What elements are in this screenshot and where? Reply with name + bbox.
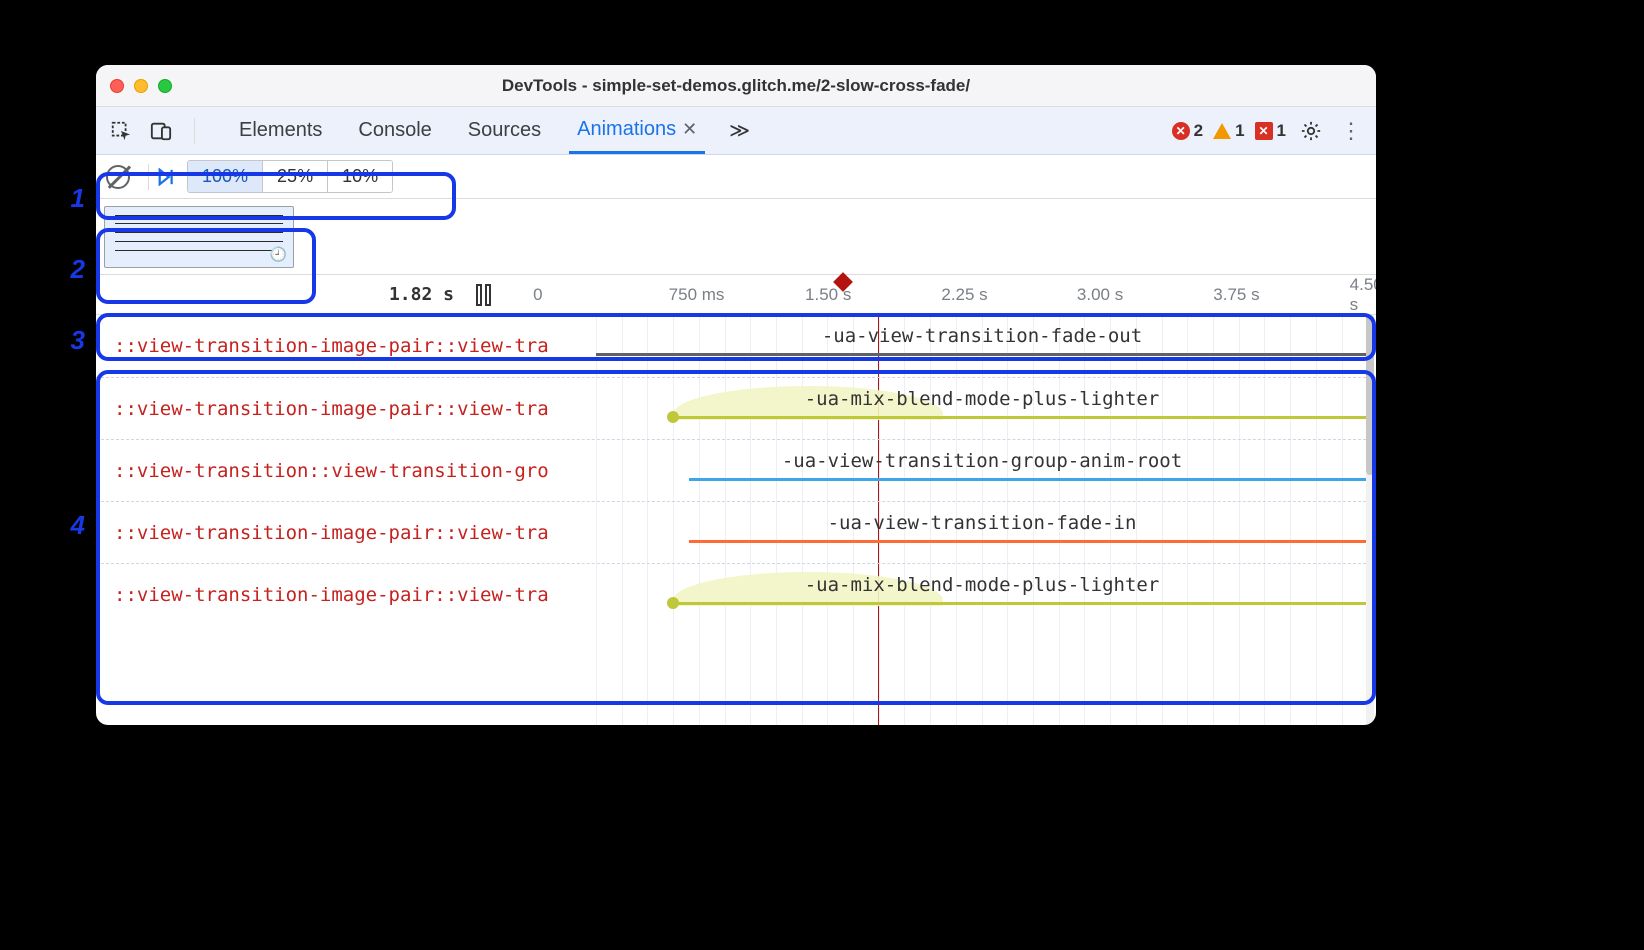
element-name: ::view-transition-image-pair::view-tra [96,522,588,544]
more-tabs-icon[interactable]: ≫ [725,118,754,143]
inspect-element-icon[interactable] [106,116,136,146]
animation-track: -ua-mix-blend-mode-plus-lighter [596,564,1368,625]
tab-console[interactable]: Console [350,109,439,152]
settings-gear-icon[interactable] [1296,116,1326,146]
animation-track: -ua-view-transition-fade-out [596,315,1368,377]
timeline-body: ::view-transition-image-pair::view-tra-u… [96,315,1376,725]
animation-bar[interactable] [689,540,1368,543]
tick-label: 3.75 s [1213,285,1259,305]
playback-speed-group: 100%25%10% [187,160,393,193]
keyframe-dot[interactable] [667,411,679,423]
callout-number: 4 [55,510,85,541]
animation-track: -ua-view-transition-group-anim-root [596,440,1368,501]
tab-sources[interactable]: Sources [460,109,549,152]
vertical-scrollbar[interactable] [1366,315,1374,725]
animation-row[interactable]: ::view-transition-image-pair::view-tra -u… [96,315,1376,377]
tick-label: 3.00 s [1077,285,1123,305]
speed-10%[interactable]: 10% [327,161,392,192]
error-icon: ✕ [1172,122,1190,140]
animation-groups-strip: 🕘 [96,199,1376,275]
scrollbar-thumb[interactable] [1366,315,1374,475]
clear-all-icon[interactable] [106,165,130,189]
animation-name: -ua-view-transition-group-anim-root [596,450,1368,472]
issue-icon: ✕ [1255,122,1273,140]
badge-value: 1 [1277,121,1286,141]
tab-label: Console [358,119,431,142]
separator [148,164,149,190]
element-name: ::view-transition-image-pair::view-tra [96,335,588,357]
badge-value: 1 [1235,121,1244,141]
kebab-menu-icon[interactable]: ⋮ [1336,116,1366,146]
animation-bar[interactable] [689,478,1368,481]
tab-label: Animations [577,118,676,141]
animation-name: -ua-mix-blend-mode-plus-lighter [596,388,1368,410]
warning-icon [1213,123,1231,139]
animation-row[interactable]: ::view-transition-image-pair::view-tra -u… [96,563,1376,625]
tick-label: 2.25 s [941,285,987,305]
element-name: ::view-transition::view-transition-gro [96,460,588,482]
device-toolbar-icon[interactable] [146,116,176,146]
separator [194,118,195,144]
tab-label: Sources [468,119,541,142]
toolbar-right: ✕ 2 1 ✕ 1 ⋮ [1172,116,1366,146]
thumb-lines [115,215,283,251]
warning-count[interactable]: 1 [1213,121,1244,141]
animation-row[interactable]: ::view-transition::view-transition-gro -u… [96,439,1376,501]
tab-elements[interactable]: Elements [231,109,330,152]
animation-track: -ua-view-transition-fade-in [596,502,1368,563]
tick-label: 4.50 s [1350,275,1376,315]
speed-25%[interactable]: 25% [262,161,327,192]
animation-group-thumb[interactable]: 🕘 [104,206,294,268]
play-next-icon[interactable] [157,168,175,186]
timeline-scrubber[interactable]: 1.82 s 0 750 ms 1.50 s 2.25 s 3.00 s 3.75 s 4.… [96,275,1376,315]
callout-number: 1 [55,183,85,214]
animation-bar[interactable] [596,353,1368,356]
clock-icon: 🕘 [270,246,287,263]
animation-track: -ua-mix-blend-mode-plus-lighter [596,378,1368,439]
issues-count[interactable]: ✕ 1 [1255,121,1286,141]
badge-value: 2 [1194,121,1203,141]
tab-label: Elements [239,119,322,142]
animation-bar[interactable] [673,602,1368,605]
callout-number: 3 [55,325,85,356]
keyframe-dot[interactable] [667,597,679,609]
time-ticks: 0 750 ms 1.50 s 2.25 s 3.00 s 3.75 s 4.50 s [498,275,1376,314]
animation-row[interactable]: ::view-transition-image-pair::view-tra -u… [96,377,1376,439]
pause-icon[interactable] [476,284,498,306]
tick-label: 1.50 s [805,285,851,305]
animation-name: -ua-view-transition-fade-in [596,512,1368,534]
current-time: 1.82 s [96,284,476,305]
animation-rows: ::view-transition-image-pair::view-tra-u… [96,315,1376,625]
element-name: ::view-transition-image-pair::view-tra [96,584,588,606]
devtools-window: DevTools - simple-set-demos.glitch.me/2-… [96,65,1376,725]
element-name: ::view-transition-image-pair::view-tra [96,398,588,420]
close-tab-icon[interactable]: ✕ [682,119,697,140]
window-title: DevTools - simple-set-demos.glitch.me/2-… [96,76,1376,96]
animation-name: -ua-view-transition-fade-out [596,325,1368,347]
animation-bar[interactable] [673,416,1368,419]
tick-label: 0 [533,285,542,305]
tab-animations[interactable]: Animations ✕ [569,108,705,154]
devtools-tabbar: Elements Console Sources Animations ✕ ≫ … [96,107,1376,155]
error-count[interactable]: ✕ 2 [1172,121,1203,141]
animation-name: -ua-mix-blend-mode-plus-lighter [596,574,1368,596]
animation-controls: 100%25%10% [96,155,1376,199]
callout-number: 2 [55,254,85,285]
speed-100%[interactable]: 100% [188,161,262,192]
animation-row[interactable]: ::view-transition-image-pair::view-tra -u… [96,501,1376,563]
panel-tabs: Elements Console Sources Animations ✕ ≫ [231,108,754,154]
titlebar: DevTools - simple-set-demos.glitch.me/2-… [96,65,1376,107]
tick-label: 750 ms [669,285,725,305]
